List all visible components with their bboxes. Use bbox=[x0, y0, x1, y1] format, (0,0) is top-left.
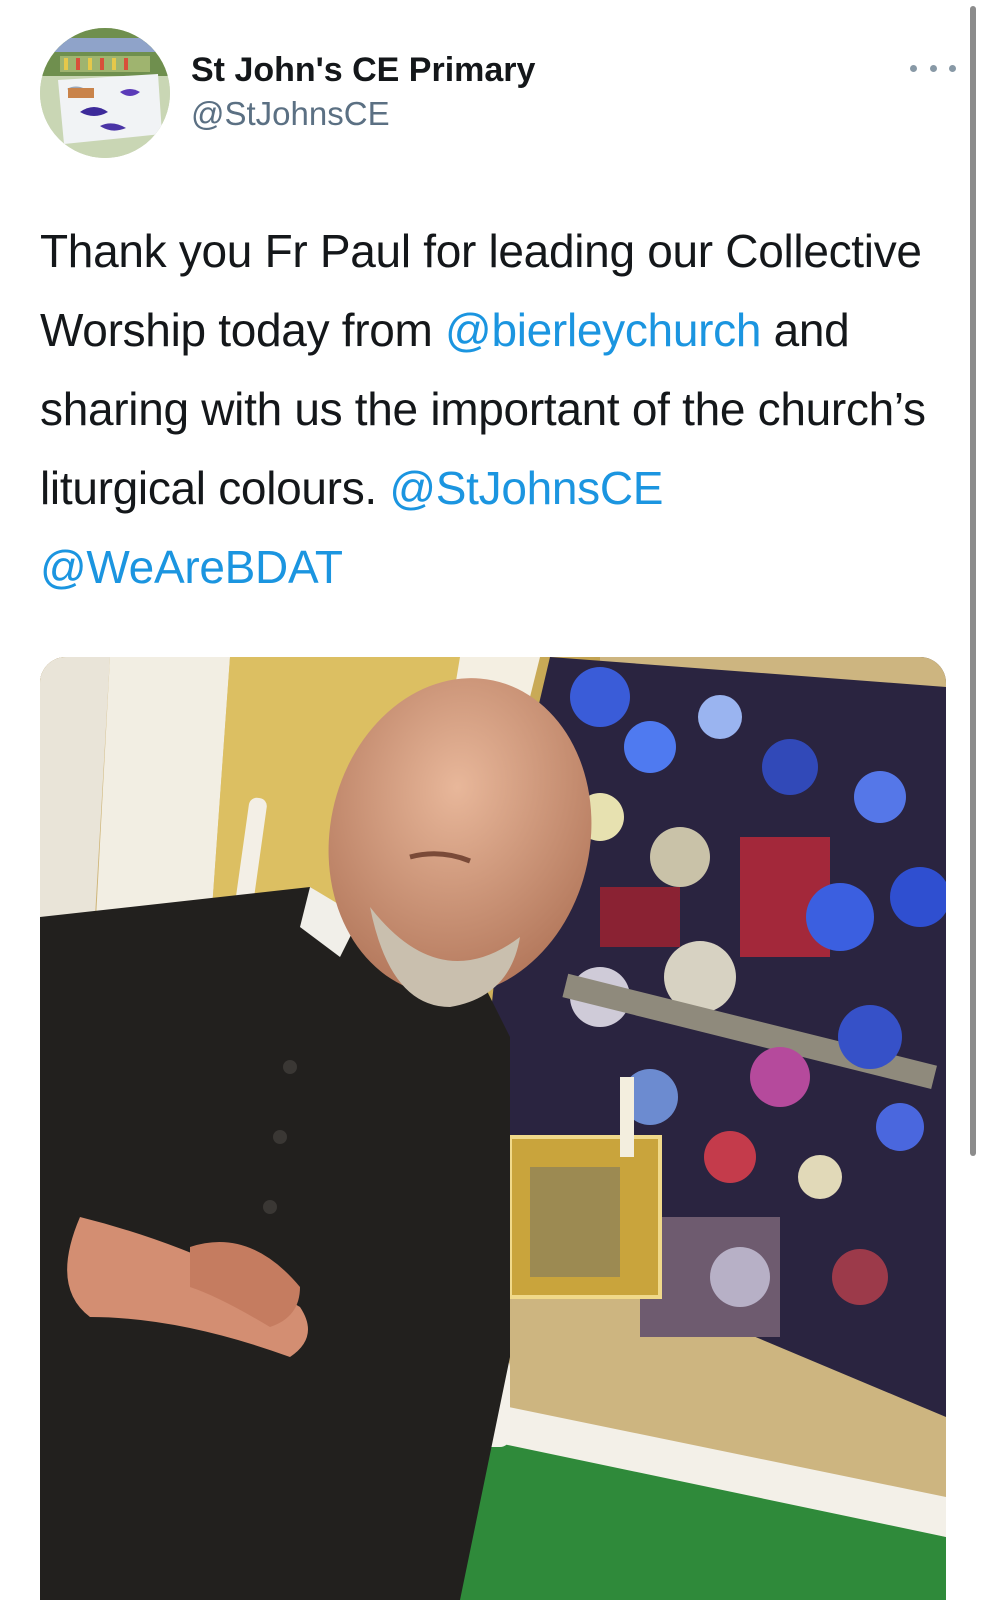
more-dot bbox=[929, 64, 937, 72]
mention-link[interactable]: @bierleychurch bbox=[445, 304, 761, 356]
photo-image bbox=[40, 657, 946, 1600]
tweet-view: St John's CE Primary @StJohnsCE Thank yo… bbox=[0, 0, 1006, 1600]
school-badge-avatar[interactable] bbox=[40, 28, 170, 158]
scrollbar[interactable] bbox=[970, 6, 976, 1156]
more-dot bbox=[949, 64, 956, 72]
tweet-photo[interactable] bbox=[40, 657, 946, 1600]
mention-link[interactable]: @StJohnsCE bbox=[389, 462, 663, 514]
avatar-image bbox=[40, 28, 170, 158]
more-options-icon[interactable] bbox=[910, 58, 956, 78]
author-names: St John's CE Primary @StJohnsCE bbox=[191, 50, 535, 134]
mention-link[interactable]: @WeAreBDAT bbox=[40, 541, 343, 593]
tweet-header: St John's CE Primary @StJohnsCE bbox=[40, 28, 960, 160]
more-dot bbox=[910, 64, 917, 72]
author-display-name[interactable]: St John's CE Primary bbox=[191, 50, 535, 90]
author-handle[interactable]: @StJohnsCE bbox=[191, 94, 535, 134]
tweet-text: Thank you Fr Paul for leading our Collec… bbox=[40, 212, 950, 607]
